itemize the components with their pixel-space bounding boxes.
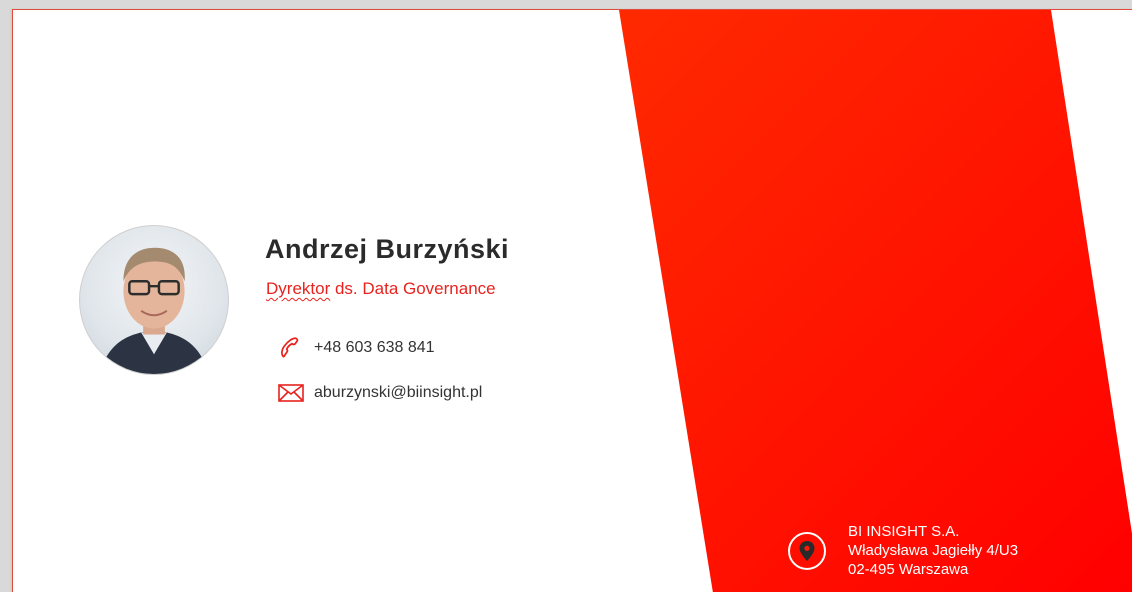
job-title-underlined-word: Dyrektor	[266, 279, 331, 298]
phone-icon	[276, 333, 306, 363]
phone-row: +48 603 638 841	[276, 333, 435, 363]
portrait-image	[99, 247, 209, 374]
avatar	[79, 225, 229, 375]
address-lines: BI INSIGHT S.A. Władysława Jagiełły 4/U3…	[848, 522, 1018, 579]
map-pin-icon	[788, 531, 826, 570]
person-name: Andrzej Burzyński	[265, 234, 510, 264]
phone-number[interactable]: +48 603 638 841	[314, 339, 435, 357]
company-name: BI INSIGHT S.A.	[848, 523, 960, 540]
email-row: aburzynski@biinsight.pl	[276, 378, 482, 408]
job-title: Dyrektor ds. Data Governance	[266, 279, 496, 299]
email-address[interactable]: aburzynski@biinsight.pl	[314, 384, 482, 402]
company-address: BI INSIGHT S.A. Władysława Jagiełły 4/U3…	[788, 522, 1018, 579]
company-street: Władysława Jagiełły 4/U3	[848, 542, 1019, 559]
job-title-rest: ds. Data Governance	[330, 279, 496, 298]
envelope-icon	[276, 378, 306, 408]
company-city: 02-495 Warszawa	[848, 561, 969, 578]
business-card-slide: Andrzej Burzyński Dyrektor ds. Data Gove…	[12, 9, 1132, 592]
